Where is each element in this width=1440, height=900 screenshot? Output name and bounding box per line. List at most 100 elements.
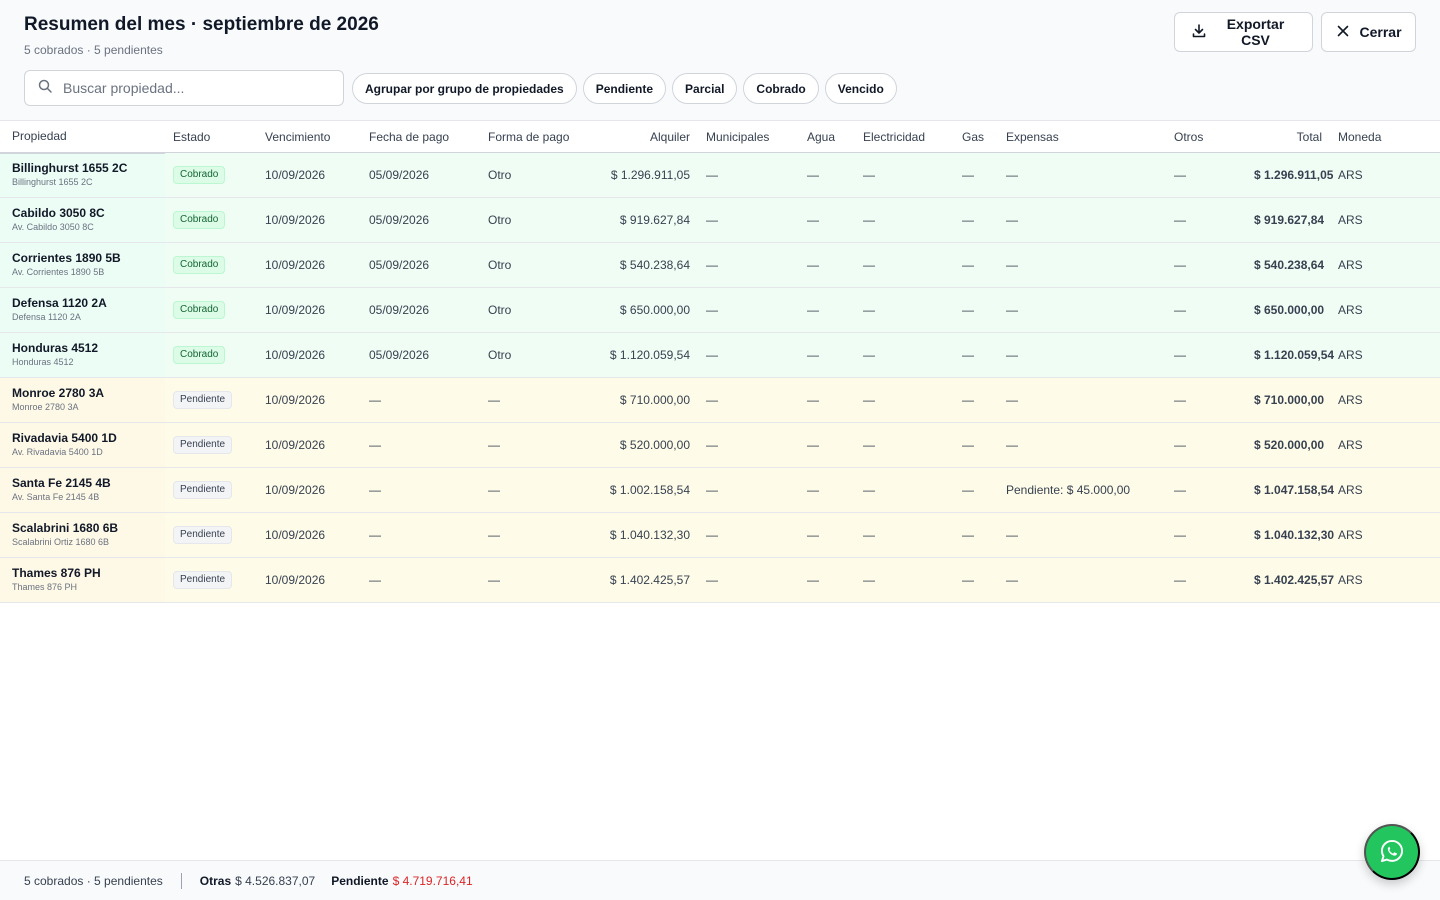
gas-cell: — (954, 557, 998, 603)
table-row[interactable]: Santa Fe 2145 4B Av. Santa Fe 2145 4B Pend… (0, 467, 1440, 513)
property-cell[interactable]: Scalabrini 1680 6B Scalabrini Ortiz 1680 … (0, 512, 165, 558)
currency-cell: ARS (1330, 467, 1440, 513)
expenses-cell: — (998, 422, 1166, 468)
column-header-alquiler[interactable]: Alquiler (590, 120, 698, 153)
column-header-moneda[interactable]: Moneda (1330, 120, 1440, 153)
property-cell[interactable]: Defensa 1120 2A Defensa 1120 2A (0, 287, 165, 333)
water-cell: — (799, 467, 855, 513)
water-cell: — (799, 557, 855, 603)
column-header-forma-de-pago[interactable]: Forma de pago (480, 120, 590, 153)
search-box[interactable] (24, 70, 344, 106)
total-cell: $ 520.000,00 (1246, 422, 1330, 468)
summary-footer: 5 cobrados · 5 pendientes Otras $ 4.526.… (0, 860, 1440, 900)
column-header-fecha-de-pago[interactable]: Fecha de pago (361, 120, 480, 153)
column-header-propiedad[interactable]: Propiedad (0, 120, 165, 154)
payment-date-cell: — (361, 422, 480, 468)
export-csv-button[interactable]: Exportar CSV (1174, 12, 1313, 52)
other-cell: — (1166, 512, 1246, 558)
column-header-total[interactable]: Total (1246, 120, 1330, 153)
table-row[interactable]: Rivadavia 5400 1D Av. Rivadavia 5400 1D Pe… (0, 422, 1440, 468)
footer-counts: 5 cobrados · 5 pendientes (24, 873, 163, 888)
table-row[interactable]: Cabildo 3050 8C Av. Cabildo 3050 8C Cobrad… (0, 197, 1440, 243)
electricity-cell: — (855, 512, 954, 558)
due-date-cell: 10/09/2026 (257, 512, 361, 558)
status-badge: Cobrado (173, 301, 226, 319)
payment-date-cell: — (361, 467, 480, 513)
table-row[interactable]: Billinghurst 1655 2C Billinghurst 1655 2C… (0, 152, 1440, 198)
payment-date-cell: 05/09/2026 (361, 197, 480, 243)
filter-parcial-chip[interactable]: Parcial (672, 73, 738, 104)
water-cell: — (799, 377, 855, 423)
page-title: Resumen del mes · septiembre de 2026 (24, 14, 379, 35)
electricity-cell: — (855, 287, 954, 333)
water-cell: — (799, 242, 855, 288)
total-cell: $ 1.040.132,30 (1246, 512, 1334, 558)
expenses-cell: — (998, 377, 1166, 423)
filter-vencido-chip[interactable]: Vencido (824, 73, 897, 104)
rent-cell: $ 520.000,00 (590, 422, 698, 468)
table-row[interactable]: Defensa 1120 2A Defensa 1120 2A Cobrado 10/… (0, 287, 1440, 333)
property-cell[interactable]: Monroe 2780 3A Monroe 2780 3A (0, 377, 165, 423)
column-header-municipales[interactable]: Municipales (698, 120, 799, 153)
rent-cell: $ 540.238,64 (590, 242, 698, 288)
filter-pendiente-chip[interactable]: Pendiente (582, 73, 667, 104)
column-header-vencimiento[interactable]: Vencimiento (257, 120, 361, 153)
property-cell[interactable]: Rivadavia 5400 1D Av. Rivadavia 5400 1D (0, 422, 165, 468)
column-header-estado[interactable]: Estado (165, 120, 257, 153)
table-row[interactable]: Corrientes 1890 5B Av. Corrientes 1890 5B… (0, 242, 1440, 288)
column-header-agua[interactable]: Agua (799, 120, 855, 153)
whatsapp-button[interactable] (1364, 824, 1420, 880)
expenses-cell: — (998, 197, 1166, 243)
property-cell[interactable]: Thames 876 PH Thames 876 PH (0, 557, 165, 603)
currency-cell: ARS (1330, 377, 1440, 423)
due-date-cell: 10/09/2026 (257, 287, 361, 333)
payment-date-cell: 05/09/2026 (361, 287, 480, 333)
property-cell[interactable]: Billinghurst 1655 2C Billinghurst 1655 2C (0, 152, 165, 198)
electricity-cell: — (855, 422, 954, 468)
payment-date-cell: 05/09/2026 (361, 332, 480, 378)
total-cell: $ 540.238,64 (1246, 242, 1330, 288)
property-cell[interactable]: Santa Fe 2145 4B Av. Santa Fe 2145 4B (0, 467, 165, 513)
close-icon (1335, 23, 1351, 42)
total-cell: $ 1.047.158,54 (1246, 467, 1334, 513)
payment-date-cell: 05/09/2026 (361, 242, 480, 288)
payment-method-cell: Otro (480, 242, 590, 288)
table-header-row: Propiedad Estado Vencimiento Fecha de pa… (0, 120, 1440, 154)
export-csv-label: Exportar CSV (1226, 16, 1285, 48)
property-cell[interactable]: Honduras 4512 Honduras 4512 (0, 332, 165, 378)
property-name: Cabildo 3050 8C (12, 206, 105, 220)
property-address: Defensa 1120 2A (12, 312, 81, 322)
group-by-property-group-button[interactable]: Agrupar por grupo de propiedades (352, 73, 577, 104)
rent-cell: $ 710.000,00 (590, 377, 698, 423)
table-row[interactable]: Thames 876 PH Thames 876 PH Pendiente 10/09… (0, 557, 1440, 603)
payment-method-cell: — (480, 422, 590, 468)
property-address: Thames 876 PH (12, 582, 78, 592)
expenses-cell: — (998, 557, 1166, 603)
total-cell: $ 1.120.059,54 (1246, 332, 1334, 378)
other-cell: — (1166, 467, 1246, 513)
due-date-cell: 10/09/2026 (257, 467, 361, 513)
water-cell: — (799, 512, 855, 558)
status-badge: Cobrado (173, 256, 226, 274)
property-cell[interactable]: Corrientes 1890 5B Av. Corrientes 1890 5B (0, 242, 165, 288)
search-input[interactable] (63, 80, 323, 96)
column-header-electricidad[interactable]: Electricidad (855, 120, 954, 153)
status-badge: Pendiente (173, 526, 233, 544)
table-row[interactable]: Monroe 2780 3A Monroe 2780 3A Pendiente 10/… (0, 377, 1440, 423)
property-cell[interactable]: Cabildo 3050 8C Av. Cabildo 3050 8C (0, 197, 165, 243)
rent-cell: $ 650.000,00 (590, 287, 698, 333)
column-header-otros[interactable]: Otros (1166, 120, 1246, 153)
table-row[interactable]: Scalabrini 1680 6B Scalabrini Ortiz 1680 … (0, 512, 1440, 558)
total-cell: $ 710.000,00 (1246, 377, 1330, 423)
electricity-cell: — (855, 152, 954, 198)
filter-cobrado-chip[interactable]: Cobrado (743, 73, 819, 104)
column-header-expensas[interactable]: Expensas (998, 120, 1166, 153)
column-header-gas[interactable]: Gas (954, 120, 998, 153)
status-cell: Pendiente (165, 422, 257, 468)
status-cell: Pendiente (165, 557, 257, 603)
close-button[interactable]: Cerrar (1321, 12, 1416, 52)
total-cell: $ 650.000,00 (1246, 287, 1330, 333)
table-row[interactable]: Honduras 4512 Honduras 4512 Cobrado 10/09/2… (0, 332, 1440, 378)
gas-cell: — (954, 377, 998, 423)
payment-date-cell: 05/09/2026 (361, 152, 480, 198)
